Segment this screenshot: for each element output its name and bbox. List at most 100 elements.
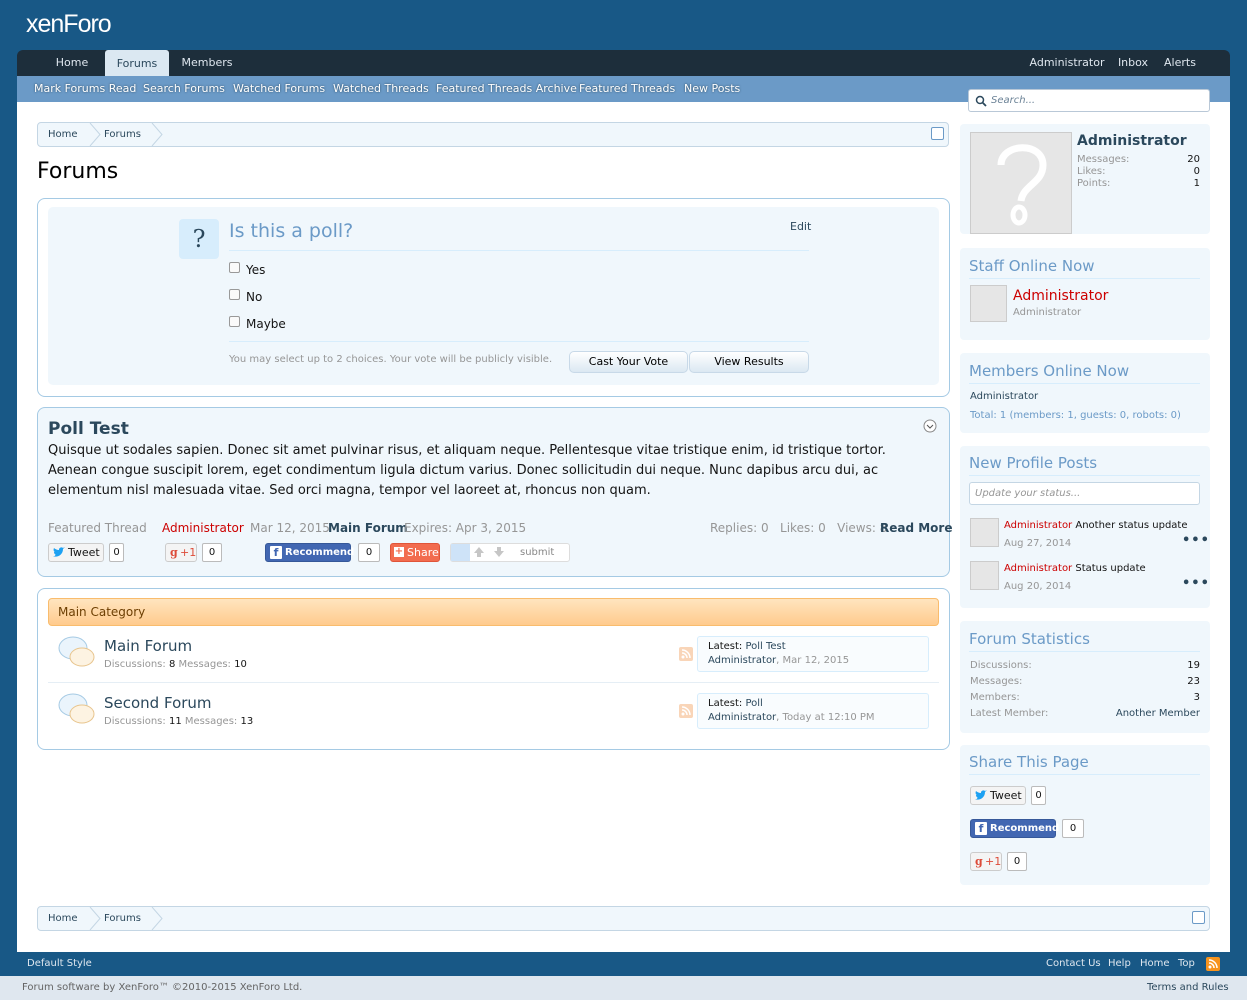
top-link[interactable]: Top [1178,958,1195,969]
jump-to-icon[interactable] [931,127,944,140]
reddit-widget[interactable]: submit [450,543,570,562]
featured-thread-body: Quisque ut sodales sapien. Donec sit ame… [48,443,886,498]
tab-members[interactable]: Members [177,50,237,76]
tweet-button[interactable]: Tweet [970,786,1026,805]
breadcrumb-forums[interactable]: Forums [104,907,141,930]
read-more-link[interactable]: Read More [880,521,953,535]
post-author-link[interactable]: Administrator [1004,520,1072,531]
poll-edit-link[interactable]: Edit [790,220,811,233]
featured-thread-title[interactable]: Poll Test [48,419,129,439]
inbox-link[interactable]: Inbox [1115,50,1151,76]
staff-online-title[interactable]: Staff Online Now [969,257,1095,275]
poll-question: Is this a poll? [229,220,354,242]
latest-thread-link[interactable]: Poll Test [745,641,785,652]
poll-option-yes-checkbox[interactable] [229,262,240,273]
breadcrumb: Home Forums [37,122,949,147]
stat-label: Messages: [970,676,1023,687]
upvote-icon[interactable] [473,546,485,558]
category-title: Main Category [58,605,146,619]
default-avatar-icon [997,144,1047,226]
post-avatar[interactable] [970,561,999,590]
search-input[interactable]: Search... [968,89,1210,112]
breadcrumb-home[interactable]: Home [48,907,78,930]
featured-archive-link[interactable]: Featured Threads Archive [436,76,577,102]
stat-value: 23 [1187,676,1200,687]
breadcrumb-home[interactable]: Home [48,123,78,146]
contact-us-link[interactable]: Contact Us [1046,958,1101,969]
visitor-stat-value: 0 [1193,166,1200,177]
account-link[interactable]: Administrator [1027,50,1107,76]
tab-forums[interactable]: Forums [105,50,169,77]
search-forums-link[interactable]: Search Forums [143,76,225,102]
breadcrumb-arrow-icon [89,907,101,930]
members-online-title[interactable]: Members Online Now [969,362,1129,380]
tab-home[interactable]: Home [47,50,97,76]
breadcrumb-forums[interactable]: Forums [104,123,141,146]
tweet-button[interactable]: Tweet [48,543,104,562]
profile-posts-title[interactable]: New Profile Posts [969,454,1097,472]
visitor-name[interactable]: Administrator [1077,133,1187,149]
profile-post: Administrator Status update [1004,563,1146,574]
watched-forums-link[interactable]: Watched Forums [233,76,325,102]
latest-date: , Mar 12, 2015 [776,655,850,666]
featured-forum-link[interactable]: Main Forum [328,521,408,535]
copyright[interactable]: Forum software by XenForo™ ©2010-2015 Xe… [22,982,302,993]
rss-icon[interactable] [679,647,693,661]
stat-value: 19 [1187,660,1200,671]
online-member-link[interactable]: Administrator [970,391,1038,402]
forum-title-main[interactable]: Main Forum [104,637,192,655]
alerts-link[interactable]: Alerts [1161,50,1199,76]
share-button[interactable]: + Share [390,543,440,562]
post-avatar[interactable] [970,518,999,547]
latest-member-link[interactable]: Another Member [1080,708,1200,719]
gplus-button[interactable]: g +1 [970,852,1002,871]
avatar[interactable] [970,132,1072,234]
downvote-icon[interactable] [493,546,505,558]
new-posts-link[interactable]: New Posts [684,76,740,102]
latest-thread-link[interactable]: Poll [745,698,762,709]
staff-avatar[interactable] [970,285,1007,322]
forum-latest-box: Latest: Poll Administrator, Today at 12:… [697,693,929,729]
jump-to-icon[interactable] [1192,911,1205,924]
divider [969,278,1200,279]
latest-user-link[interactable]: Administrator [708,655,776,666]
more-options-icon[interactable]: ••• [1182,533,1210,548]
view-results-button[interactable]: View Results [689,351,809,373]
featured-author-link[interactable]: Administrator [162,521,244,535]
terms-link[interactable]: Terms and Rules [1147,982,1229,993]
search-placeholder: Search... [991,95,1036,106]
rss-icon[interactable] [1206,957,1220,971]
breadcrumb-arrow-icon [151,123,163,146]
help-link[interactable]: Help [1108,958,1131,969]
featured-expires: Expires: Apr 3, 2015 [404,521,527,535]
recommend-button[interactable]: f Recommend [970,819,1059,838]
post-author-link[interactable]: Administrator [1004,563,1072,574]
status-update-input[interactable]: Update your status... [969,482,1200,505]
gplus-button[interactable]: g +1 [165,543,197,562]
site-logo[interactable]: xenForo [26,10,112,39]
stat-label: Members: [970,692,1020,703]
collapse-icon[interactable] [923,419,937,433]
category-header[interactable]: Main Category [48,598,939,626]
gplus-icon: g [170,546,178,559]
latest-user-link[interactable]: Administrator [708,712,776,723]
style-chooser-link[interactable]: Default Style [27,958,92,969]
cast-vote-button[interactable]: Cast Your Vote [569,351,688,373]
visitor-stat-value: 1 [1193,178,1200,189]
home-link[interactable]: Home [1140,958,1170,969]
poll-option-no-checkbox[interactable] [229,289,240,300]
divider [969,475,1200,476]
watched-threads-link[interactable]: Watched Threads [333,76,429,102]
recommend-button[interactable]: f Recommend [265,543,354,562]
poll-option-maybe-checkbox[interactable] [229,316,240,327]
stat-label: Latest Member: [970,708,1049,719]
gplus-label: +1 [985,855,1002,868]
forum-title-second[interactable]: Second Forum [104,694,212,712]
question-icon: ? [179,219,219,259]
staff-name-link[interactable]: Administrator [1013,288,1108,304]
poll-option-label: Yes [246,263,266,277]
more-options-icon[interactable]: ••• [1182,576,1210,591]
featured-threads-link[interactable]: Featured Threads [579,76,675,102]
rss-icon[interactable] [679,704,693,718]
mark-forums-read-link[interactable]: Mark Forums Read [34,76,136,102]
